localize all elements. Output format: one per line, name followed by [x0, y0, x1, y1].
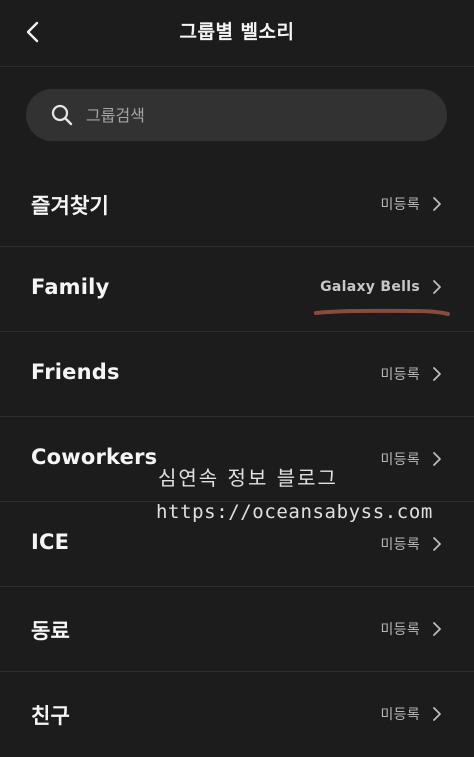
search-input[interactable] — [86, 105, 386, 125]
group-label: 친구 — [31, 704, 71, 728]
chevron-right-icon — [433, 622, 441, 636]
group-row-favorites[interactable]: 즐겨찾기 미등록 — [0, 162, 474, 247]
app-header: 그룹별 벨소리 — [0, 0, 474, 67]
ringtone-value: 미등록 — [380, 622, 420, 638]
search-icon — [50, 102, 76, 128]
group-row-friends[interactable]: Friends 미등록 — [0, 332, 474, 417]
chevron-right-icon — [433, 537, 441, 551]
group-label: Friends — [31, 360, 120, 384]
chevron-right-icon — [433, 280, 441, 294]
group-label: Family — [31, 275, 110, 299]
group-row-friend[interactable]: 친구 미등록 — [0, 672, 474, 757]
ringtone-value: 미등록 — [380, 537, 420, 553]
ringtone-value: 미등록 — [380, 367, 420, 383]
group-label: 즐겨찾기 — [31, 194, 110, 218]
chevron-right-icon — [433, 197, 441, 211]
ringtone-value: 미등록 — [380, 707, 420, 723]
ringtone-value: 미등록 — [380, 452, 420, 468]
group-row-family[interactable]: Family Galaxy Bells — [0, 247, 474, 332]
chevron-right-icon — [433, 707, 441, 721]
ringtone-value: Galaxy Bells — [320, 279, 420, 295]
group-label: ICE — [31, 530, 70, 554]
group-row-colleagues[interactable]: 동료 미등록 — [0, 587, 474, 672]
group-label: Coworkers — [31, 445, 158, 469]
page-title: 그룹별 벨소리 — [179, 21, 295, 43]
ringtone-value: 미등록 — [380, 197, 420, 213]
group-row-ice[interactable]: ICE 미등록 — [0, 502, 474, 587]
group-label: 동료 — [31, 619, 71, 643]
group-row-coworkers[interactable]: Coworkers 미등록 — [0, 417, 474, 502]
chevron-right-icon — [433, 367, 441, 381]
group-list: 즐겨찾기 미등록 Family Galaxy Bells Friends 미등록… — [0, 162, 474, 757]
search-bar[interactable] — [26, 89, 447, 141]
chevron-right-icon — [433, 452, 441, 466]
